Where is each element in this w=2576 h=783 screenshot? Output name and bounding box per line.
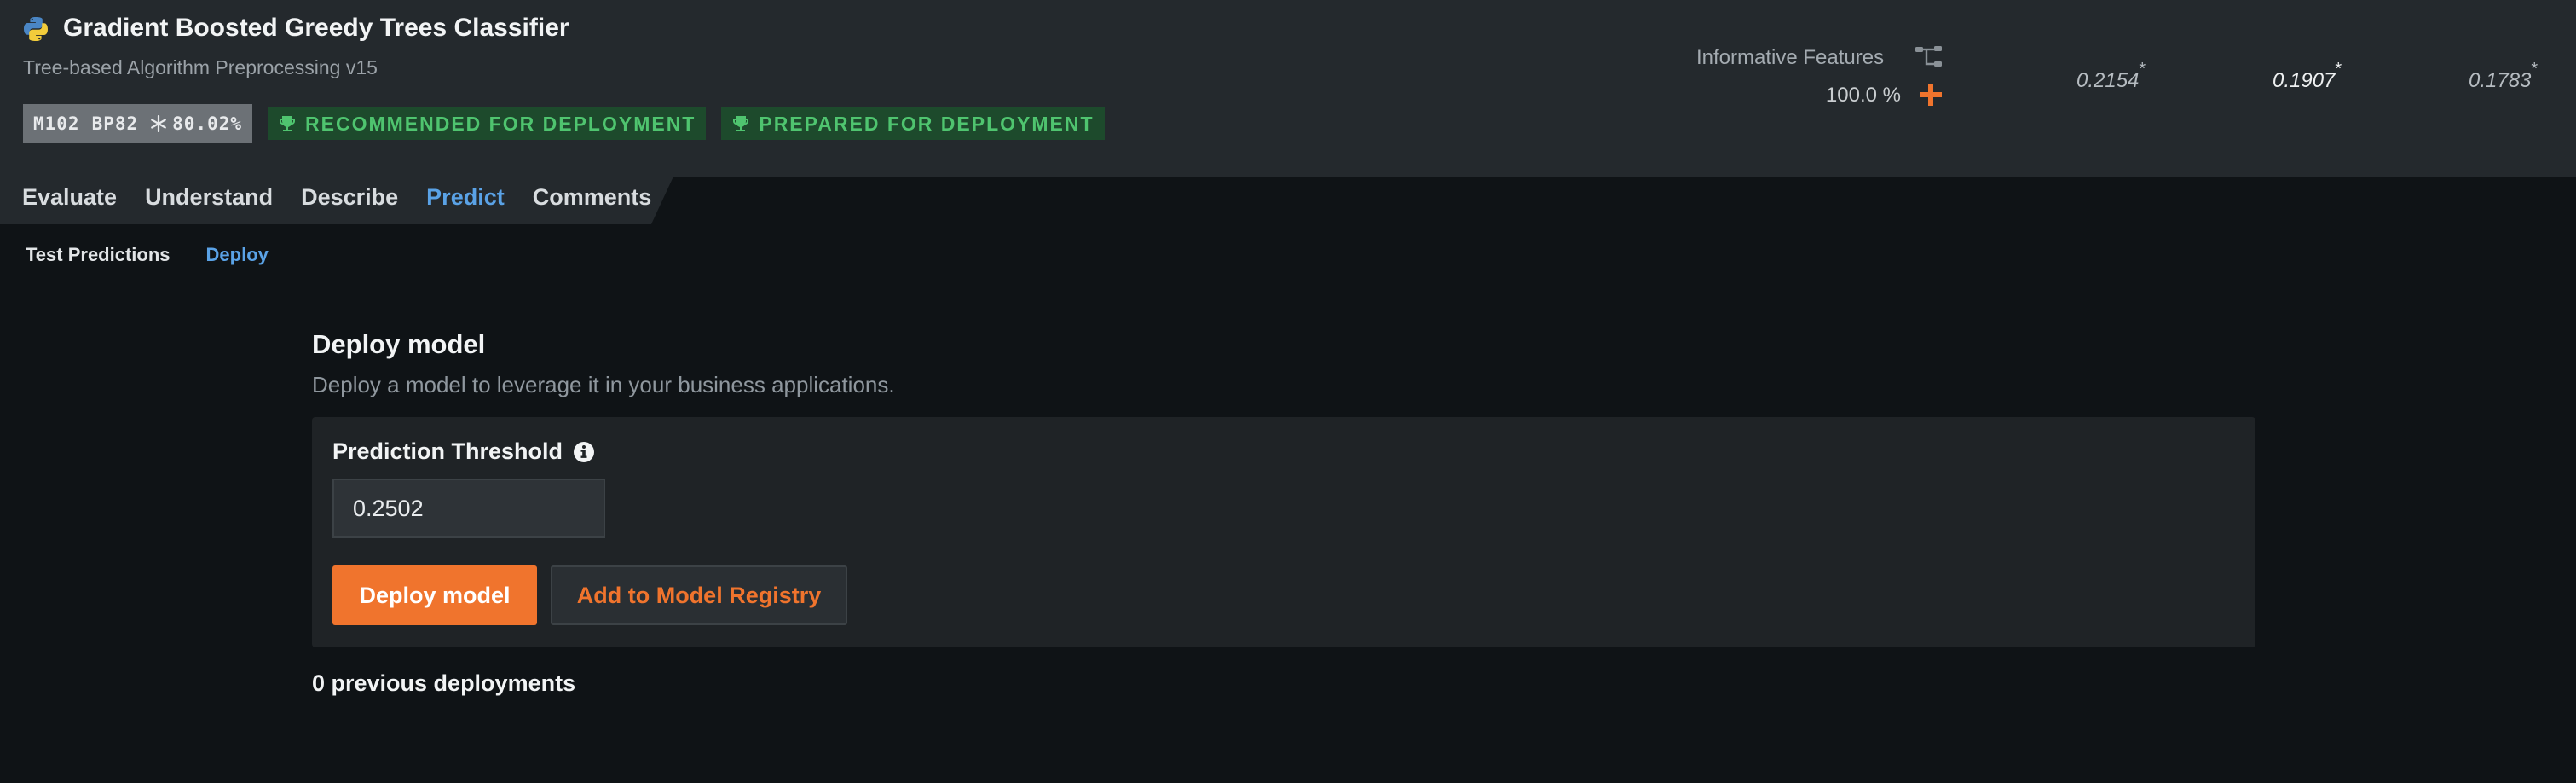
python-icon <box>24 17 48 41</box>
blueprint-id: BP82 <box>91 113 139 134</box>
snowflake-icon <box>151 115 167 132</box>
deploy-model-button[interactable]: Deploy model <box>332 566 537 625</box>
deploy-panel: Prediction Threshold Deploy model Add to… <box>312 417 2255 647</box>
subtab-test-predictions[interactable]: Test Predictions <box>26 244 170 266</box>
metric-value: 0.1783* <box>2469 60 2538 92</box>
sub-tabs: Test Predictions Deploy <box>26 244 269 266</box>
metric-value: 0.2154* <box>2076 60 2146 92</box>
threshold-label: Prediction Threshold <box>332 438 595 465</box>
sample-percent: 80.02% <box>172 113 243 134</box>
plus-icon[interactable] <box>1918 82 1944 107</box>
trophy-icon <box>280 116 296 131</box>
tab-comments[interactable]: Comments <box>533 184 652 211</box>
model-subtitle: Tree-based Algorithm Preprocessing v15 <box>23 56 378 78</box>
recommended-badge: RECOMMENDED FOR DEPLOYMENT <box>268 107 707 140</box>
prepared-badge: PREPARED FOR DEPLOYMENT <box>721 107 1105 140</box>
feature-list-label: Informative Features <box>1696 46 1885 69</box>
prepared-label: PREPARED FOR DEPLOYMENT <box>759 112 1095 135</box>
previous-deployments: 0 previous deployments <box>312 670 576 696</box>
tab-understand[interactable]: Understand <box>145 184 273 211</box>
model-title: Gradient Boosted Greedy Trees Classifier <box>63 14 569 42</box>
deploy-description: Deploy a model to leverage it in your bu… <box>312 372 895 397</box>
feature-list-icon[interactable] <box>1914 44 1944 70</box>
tab-evaluate[interactable]: Evaluate <box>22 184 117 211</box>
info-icon[interactable] <box>573 441 595 463</box>
metric-value: 0.1907* <box>2273 60 2342 92</box>
feature-percent: 100.0 % <box>1825 84 1901 107</box>
deploy-title: Deploy model <box>312 329 486 359</box>
add-to-registry-button[interactable]: Add to Model Registry <box>551 566 847 625</box>
model-id: M102 <box>33 113 80 134</box>
threshold-input[interactable] <box>332 478 605 538</box>
tab-describe[interactable]: Describe <box>301 184 398 211</box>
model-badges: M102 BP82 80.02% RECOMMENDED FOR DEPLOYM… <box>23 104 1105 143</box>
subtab-deploy[interactable]: Deploy <box>206 244 269 266</box>
model-header: Gradient Boosted Greedy Trees Classifier… <box>0 0 2576 177</box>
trophy-icon <box>733 116 749 131</box>
tab-predict[interactable]: Predict <box>426 184 505 211</box>
main-tabs: Evaluate Understand Describe Predict Com… <box>22 184 651 211</box>
recommended-label: RECOMMENDED FOR DEPLOYMENT <box>305 112 696 135</box>
model-id-badge: M102 BP82 80.02% <box>23 104 253 143</box>
